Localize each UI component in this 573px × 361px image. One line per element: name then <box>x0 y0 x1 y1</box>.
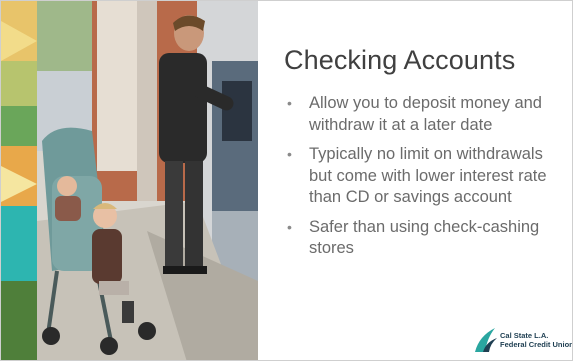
logo-line-1: Cal State L.A. <box>500 331 549 340</box>
bullet-item: • Allow you to deposit money and withdra… <box>287 93 557 136</box>
bullet-icon: • <box>287 146 292 162</box>
eagle-logo-icon <box>475 328 497 352</box>
credit-union-logo: Cal State L.A. Federal Credit Union <box>473 326 572 356</box>
bullet-list: • Allow you to deposit money and withdra… <box>287 93 557 268</box>
bullet-icon: • <box>287 95 292 111</box>
bullet-item: • Typically no limit on withdrawals but … <box>287 144 557 209</box>
decorative-color-strip <box>1 1 73 360</box>
slide-title: Checking Accounts <box>284 45 516 75</box>
bullet-text: Safer than using check-cashing stores <box>309 217 540 258</box>
bullet-item: • Safer than using check-cashing stores <box>287 217 557 260</box>
slide: Checking Accounts • Allow you to deposit… <box>0 0 573 361</box>
bullet-text: Typically no limit on withdrawals but co… <box>309 145 547 206</box>
bullet-icon: • <box>287 218 292 235</box>
logo-line-2: Federal Credit Union <box>500 340 573 349</box>
atm-family-photo <box>37 1 258 360</box>
bullet-text: Allow you to deposit money and withdraw … <box>309 94 542 134</box>
